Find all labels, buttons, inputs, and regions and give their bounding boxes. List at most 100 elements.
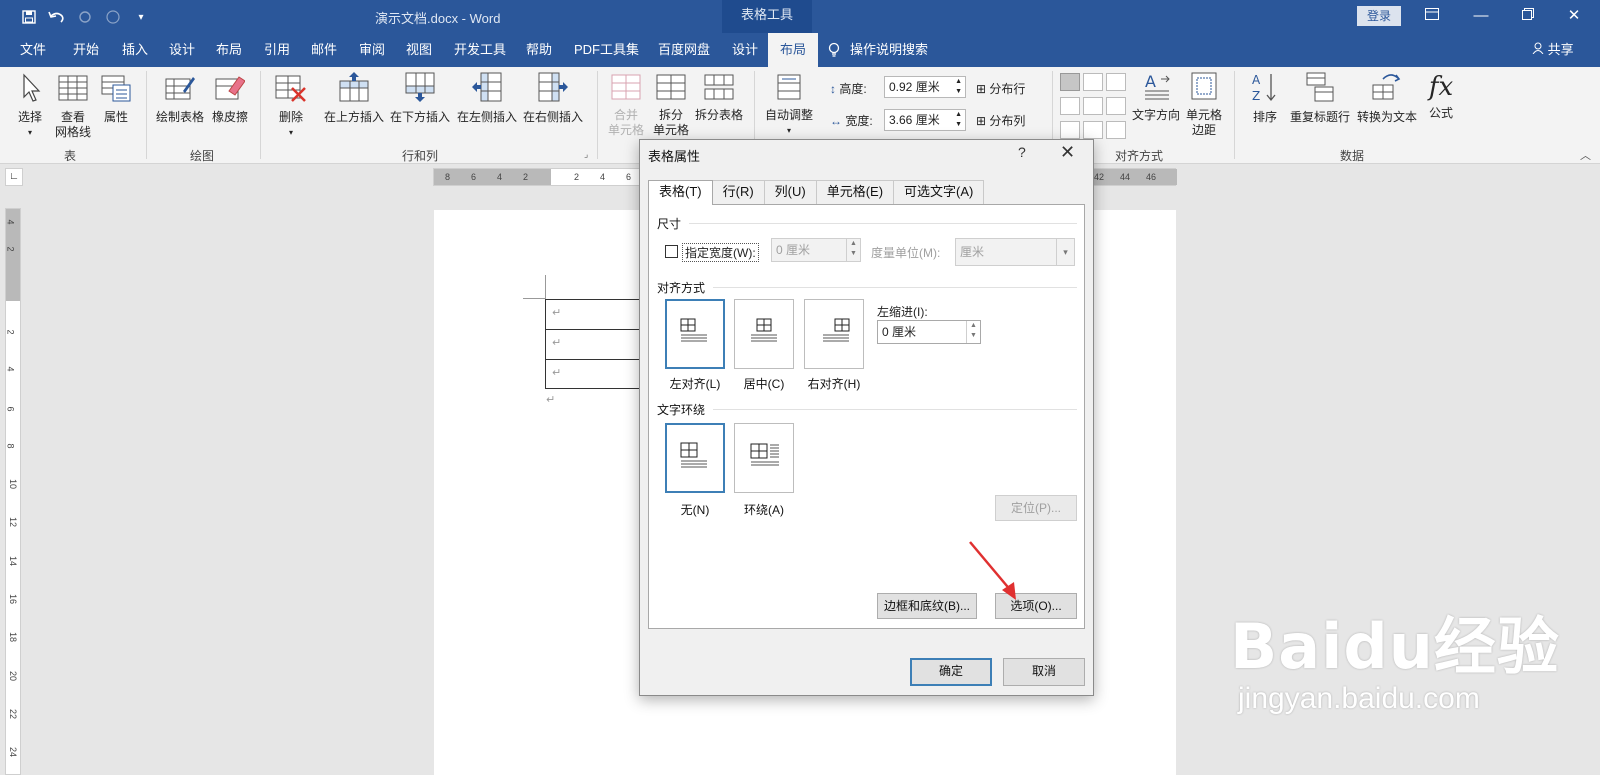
help-icon[interactable]: ? bbox=[1018, 144, 1026, 160]
tab-baidu-netdisk[interactable]: 百度网盘 bbox=[656, 33, 712, 67]
select-button[interactable]: 选择 ▾ bbox=[14, 73, 46, 140]
draw-table-button[interactable]: 绘制表格 bbox=[154, 73, 206, 125]
redo-icon[interactable] bbox=[74, 6, 96, 28]
save-icon[interactable] bbox=[18, 6, 40, 28]
annotation-arrow-icon bbox=[969, 541, 1016, 600]
tab-table-layout[interactable]: 布局 bbox=[768, 33, 819, 67]
spinner-icon[interactable]: ▲ ▼ bbox=[846, 239, 860, 261]
merge-cells-button[interactable]: 合并 单元格 bbox=[606, 73, 646, 138]
tab-row[interactable]: 行(R) bbox=[711, 180, 765, 204]
eraser-button[interactable]: 橡皮擦 bbox=[210, 73, 250, 125]
align-top-right-icon[interactable] bbox=[1106, 73, 1126, 91]
undo-icon[interactable] bbox=[46, 6, 68, 28]
tab-selector-icon[interactable]: ∟ bbox=[5, 168, 23, 186]
convert-to-text-label: 转换为文本 bbox=[1356, 110, 1417, 124]
tab-references[interactable]: 引用 bbox=[262, 33, 292, 67]
merge-label-2: 单元格 bbox=[607, 123, 644, 137]
watermark-logo: Baidu经验 bbox=[1230, 610, 1560, 683]
collapse-ribbon-icon[interactable]: ︿ bbox=[1580, 147, 1591, 163]
align-top-center-icon[interactable] bbox=[1083, 73, 1103, 91]
position-button[interactable]: 定位(P)... bbox=[995, 495, 1077, 521]
measure-in-select[interactable]: 厘米 ▾ bbox=[955, 238, 1075, 266]
borders-shading-button[interactable]: 边框和底纹(B)... bbox=[877, 593, 977, 619]
text-direction-button[interactable]: A 文字方向 bbox=[1130, 71, 1182, 123]
split-cells-button[interactable]: 拆分 单元格 bbox=[651, 73, 691, 138]
align-bottom-right-icon[interactable] bbox=[1106, 121, 1126, 139]
column-width-input[interactable]: 3.66 厘米 ▲ ▼ bbox=[884, 109, 966, 131]
specify-width-label[interactable]: 指定宽度(W): bbox=[682, 243, 759, 262]
cell-margins-button[interactable]: 单元格 边距 bbox=[1184, 71, 1224, 138]
align-right-option[interactable] bbox=[804, 299, 864, 369]
customize-qat-icon[interactable]: ▾ bbox=[130, 6, 152, 28]
align-left-option[interactable] bbox=[665, 299, 725, 369]
insert-left-button[interactable]: 在左侧插入 bbox=[455, 71, 519, 125]
tab-table[interactable]: 表格(T) bbox=[648, 180, 713, 205]
close-icon[interactable]: ✕ bbox=[1060, 142, 1075, 163]
wrap-none-option[interactable] bbox=[665, 423, 725, 493]
align-middle-center-icon[interactable] bbox=[1083, 97, 1103, 115]
align-bottom-left-icon[interactable] bbox=[1060, 121, 1080, 139]
indent-input[interactable]: 0 厘米 ▲ ▼ bbox=[877, 320, 981, 344]
tab-view[interactable]: 视图 bbox=[404, 33, 434, 67]
tab-home[interactable]: 开始 bbox=[71, 33, 101, 67]
spinner-icon[interactable]: ▲ ▼ bbox=[955, 110, 962, 130]
table-row[interactable]: ↵ bbox=[546, 359, 645, 389]
tab-pdf-tools[interactable]: PDF工具集 bbox=[572, 33, 641, 67]
tab-insert[interactable]: 插入 bbox=[120, 33, 150, 67]
touch-mode-icon[interactable] bbox=[102, 6, 124, 28]
row-height-input[interactable]: 0.92 厘米 ▲ ▼ bbox=[884, 76, 966, 98]
wrap-around-option[interactable] bbox=[734, 423, 794, 493]
split-table-button[interactable]: 拆分表格 bbox=[692, 73, 746, 123]
formula-button[interactable]: fx 公式 bbox=[1424, 71, 1458, 121]
restore-icon[interactable] bbox=[1514, 4, 1542, 28]
group-label-draw: 绘图 bbox=[190, 149, 215, 163]
autofit-button[interactable]: 自动调整 ▾ bbox=[762, 73, 816, 138]
close-window-icon[interactable]: ✕ bbox=[1560, 4, 1588, 28]
tab-table-design[interactable]: 设计 bbox=[730, 33, 760, 67]
tab-alt-text[interactable]: 可选文字(A) bbox=[893, 180, 985, 204]
distribute-rows-button[interactable]: ⊞ 分布行 bbox=[976, 80, 1025, 97]
sort-button[interactable]: AZ 排序 bbox=[1248, 71, 1282, 125]
tab-cell[interactable]: 单元格(E) bbox=[815, 180, 895, 204]
document-table[interactable]: ↵ ↵ ↵ bbox=[545, 299, 645, 389]
share-button[interactable]: 共享 bbox=[1532, 33, 1574, 67]
table-row[interactable]: ↵ bbox=[546, 299, 645, 329]
chevron-down-icon[interactable]: ▾ bbox=[1056, 239, 1074, 265]
align-top-left-icon[interactable] bbox=[1060, 73, 1080, 91]
align-middle-right-icon[interactable] bbox=[1106, 97, 1126, 115]
insert-below-button[interactable]: 在下方插入 bbox=[388, 71, 452, 125]
tell-me-search[interactable]: 操作说明搜索 bbox=[828, 33, 928, 67]
tab-help[interactable]: 帮助 bbox=[524, 33, 554, 67]
properties-button[interactable]: 属性 bbox=[99, 73, 133, 125]
repeat-header-rows-button[interactable]: 重复标题行 bbox=[1287, 71, 1353, 125]
table-row[interactable]: ↵ bbox=[546, 329, 645, 359]
spinner-icon[interactable]: ▲ ▼ bbox=[966, 321, 980, 343]
ruler-number: 2 bbox=[574, 172, 580, 182]
tab-layout[interactable]: 布局 bbox=[214, 33, 244, 67]
align-center-option[interactable] bbox=[734, 299, 794, 369]
login-button[interactable]: 登录 bbox=[1357, 6, 1401, 26]
align-bottom-center-icon[interactable] bbox=[1083, 121, 1103, 139]
distribute-columns-button[interactable]: ⊞ 分布列 bbox=[976, 112, 1025, 129]
insert-right-button[interactable]: 在右侧插入 bbox=[521, 71, 585, 125]
spinner-icon[interactable]: ▲ ▼ bbox=[955, 77, 962, 97]
specify-width-checkbox[interactable] bbox=[665, 245, 678, 258]
align-middle-left-icon[interactable] bbox=[1060, 97, 1080, 115]
cancel-button[interactable]: 取消 bbox=[1003, 658, 1085, 686]
insert-above-button[interactable]: 在上方插入 bbox=[322, 71, 386, 125]
tab-design[interactable]: 设计 bbox=[167, 33, 197, 67]
ok-button[interactable]: 确定 bbox=[910, 658, 992, 686]
delete-button[interactable]: 删除 ▾ bbox=[272, 73, 310, 140]
tab-column[interactable]: 列(U) bbox=[763, 180, 817, 204]
ribbon-display-options-icon[interactable] bbox=[1418, 4, 1446, 28]
tab-review[interactable]: 审阅 bbox=[357, 33, 387, 67]
minimize-icon[interactable]: — bbox=[1467, 4, 1495, 28]
width-input[interactable]: 0 厘米 ▲ ▼ bbox=[771, 238, 861, 262]
dialog-launcher-icon[interactable]: ⌟ bbox=[584, 149, 588, 160]
tab-mailings[interactable]: 邮件 bbox=[309, 33, 339, 67]
vertical-ruler[interactable]: 4 2 2 4 6 8 10 12 14 16 18 20 22 24 bbox=[5, 208, 21, 775]
tab-developer[interactable]: 开发工具 bbox=[452, 33, 508, 67]
view-gridlines-button[interactable]: 查看 网格线 bbox=[53, 73, 93, 140]
tab-file[interactable]: 文件 bbox=[18, 33, 48, 67]
convert-to-text-button[interactable]: 转换为文本 bbox=[1355, 71, 1419, 125]
